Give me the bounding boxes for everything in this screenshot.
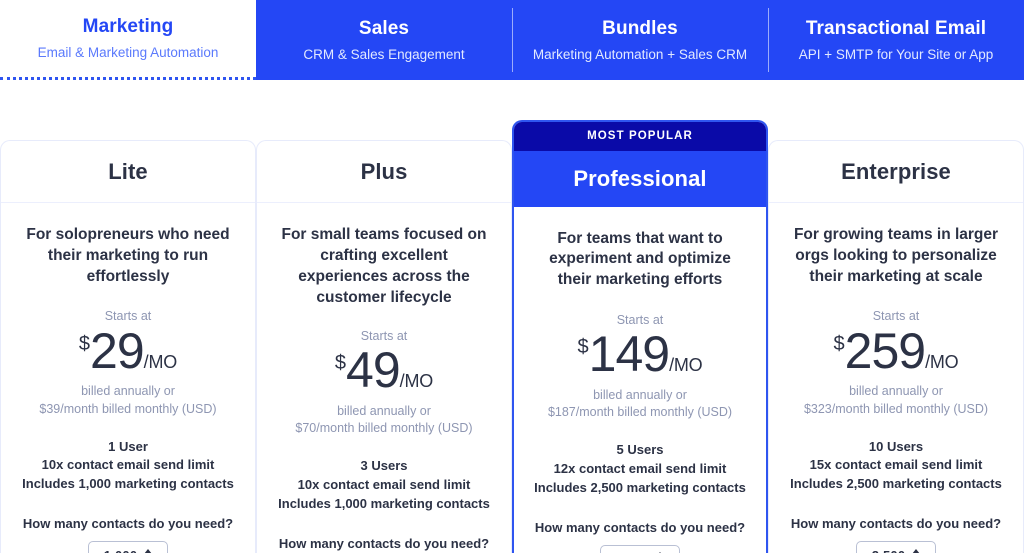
price-period: /MO [669,355,703,375]
plan-card-body: For solopreneurs who need their marketin… [1,203,255,553]
plan-feature-list: 3 Users 10x contact email send limit Inc… [275,457,493,514]
plan-feature: Includes 2,500 marketing contacts [790,476,1002,492]
plan-card-header: Plus [257,141,511,203]
plan-price: $ 259 /MO [787,322,1005,379]
product-tab-sales[interactable]: Sales CRM & Sales Engagement [256,0,512,80]
plan-feature-list: 1 User 10x contact email send limit Incl… [19,438,237,495]
billing-note-line-2: $39/month billed monthly (USD) [39,401,217,416]
plan-feature: Includes 2,500 marketing contacts [534,479,746,495]
billing-note-line-1: billed annually or [849,384,943,398]
plan-feature: 1 User [108,438,148,454]
contacts-prompt: How many contacts do you need? [534,519,746,535]
plan-description: For teams that want to experiment and op… [549,229,731,289]
plan-card-header: Lite [1,141,255,203]
billing-note-line-2: $323/month billed monthly (USD) [803,401,989,416]
starts-at-label: Starts at [360,328,408,343]
plan-feature: 10 Users [868,438,924,454]
plan-feature-list: 10 Users 15x contact email send limit In… [787,438,1005,495]
plan-feature: 12x contact email send limit [553,460,727,476]
product-tab-title: Marketing [82,16,174,38]
billing-note: billed annually or $70/month billed mont… [275,403,493,439]
product-tab-subtitle: Email & Marketing Automation [37,45,219,61]
most-popular-badge: MOST POPULAR [514,122,766,151]
price-currency-symbol: $ [833,332,845,355]
product-tab-title: Bundles [602,17,678,39]
plan-price: $ 49 /MO [275,344,493,397]
plan-card-body: For small teams focused on crafting exce… [257,203,511,553]
contacts-quantity-stepper[interactable]: 1,000 [88,541,168,553]
price-period: /MO [925,351,959,372]
price-currency-symbol: $ [334,352,347,375]
product-tab-bar: Marketing Email & Marketing Automation S… [0,0,1024,80]
plan-card-body: For growing teams in larger orgs looking… [769,203,1023,553]
plan-description: For small teams focused on crafting exce… [281,226,487,306]
product-tab-subtitle: CRM & Sales Engagement [303,46,465,62]
plan-description: For growing teams in larger orgs looking… [793,226,999,285]
plan-name: Plus [360,158,408,184]
contacts-quantity-stepper[interactable]: 2,500 [600,544,680,553]
plan-price: $ 149 /MO [532,328,748,381]
starts-at-label: Starts at [616,312,664,327]
billing-note-line-2: $187/month billed monthly (USD) [547,405,733,420]
stepper-arrows-icon[interactable] [912,548,921,553]
price-amount: 149 [588,326,670,382]
billing-note: billed annually or $187/month billed mon… [532,387,748,423]
plan-feature: 10x contact email send limit [297,477,471,493]
price-currency-symbol: $ [577,336,589,358]
price-amount: 29 [90,322,145,379]
plan-feature: Includes 1,000 marketing contacts [22,476,234,492]
billing-note-line-1: billed annually or [593,387,687,402]
product-tab-transactional-email[interactable]: Transactional Email API + SMTP for Your … [768,0,1024,80]
price-currency-symbol: $ [78,332,91,355]
product-tab-title: Sales [358,17,410,39]
product-tab-title: Transactional Email [805,17,987,39]
contacts-quantity-value: 1,000 [104,548,138,553]
plan-card-body: For teams that want to experiment and op… [514,207,766,553]
product-tab-marketing[interactable]: Marketing Email & Marketing Automation [0,0,256,80]
starts-at-label: Starts at [872,309,920,323]
plan-feature: 10x contact email send limit [41,457,215,473]
plan-name: Enterprise [841,158,951,184]
price-period: /MO [399,371,434,392]
plan-card-plus[interactable]: Plus For small teams focused on crafting… [256,140,512,553]
plan-name: Lite [108,158,148,184]
plan-card-row: Lite For solopreneurs who need their mar… [0,80,1024,553]
contacts-prompt: How many contacts do you need? [22,516,234,532]
billing-note: billed annually or $323/month billed mon… [787,383,1005,419]
product-tab-subtitle: Marketing Automation + Sales CRM [532,46,748,62]
product-tab-subtitle: API + SMTP for Your Site or App [798,46,994,62]
stepper-arrows-icon[interactable] [144,548,153,553]
billing-note: billed annually or $39/month billed mont… [19,383,237,419]
plan-card-enterprise[interactable]: Enterprise For growing teams in larger o… [768,140,1024,553]
contacts-prompt: How many contacts do you need? [790,516,1002,532]
product-tab-bundles[interactable]: Bundles Marketing Automation + Sales CRM [512,0,768,80]
plan-feature: Includes 1,000 marketing contacts [278,495,490,511]
plan-name: Professional [573,165,707,191]
contacts-quantity-stepper[interactable]: 2,500 [856,541,936,553]
plan-feature-list: 5 Users 12x contact email send limit Inc… [532,441,748,498]
pricing-plans-section: Lite For solopreneurs who need their mar… [0,80,1024,553]
plan-card-header: Enterprise [769,141,1023,203]
starts-at-label: Starts at [104,309,152,323]
chevron-up-icon[interactable] [144,548,153,553]
plan-card-professional[interactable]: MOST POPULAR Professional For teams that… [512,120,768,553]
plan-card-lite[interactable]: Lite For solopreneurs who need their mar… [0,140,256,553]
contacts-prompt: How many contacts do you need? [278,535,490,551]
price-period: /MO [143,351,178,372]
billing-note-line-1: billed annually or [81,384,175,398]
plan-feature: 5 Users [616,442,664,457]
billing-note-line-2: $70/month billed monthly (USD) [295,421,473,436]
contacts-quantity-value: 2,500 [872,548,906,553]
plan-card-header: Professional [514,150,766,207]
billing-note-line-1: billed annually or [337,403,431,418]
chevron-up-icon[interactable] [912,548,921,553]
plan-description: For solopreneurs who need their marketin… [26,226,230,285]
price-amount: 49 [346,342,401,399]
price-amount: 259 [844,322,926,379]
plan-price: $ 29 /MO [19,322,237,379]
plan-feature: 15x contact email send limit [809,457,983,473]
plan-feature: 3 Users [360,458,408,474]
